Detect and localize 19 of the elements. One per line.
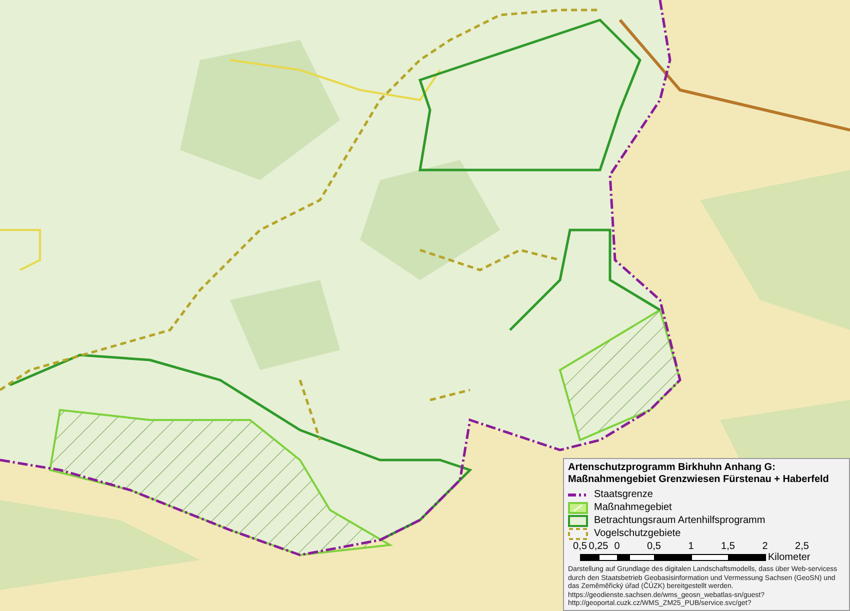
scale-label: 0	[614, 541, 620, 553]
scale-label: 1	[688, 541, 694, 553]
scale-label: 2	[762, 541, 768, 553]
hatched-area-icon	[568, 502, 588, 514]
legend-title: Maßnahmengebiet Grenzwiesen Fürstenau + Haberfeld	[568, 474, 830, 486]
legend-label: Maßnahmegebiet	[594, 502, 672, 514]
scale-label: 0,5	[573, 541, 587, 553]
scale-label: 0,5	[647, 541, 661, 553]
legend-label: Betrachtungsraum Artenhilfsprogramm	[594, 515, 766, 527]
outline-area-icon	[568, 515, 588, 527]
dashed-area-icon	[568, 528, 588, 540]
scale-unit: Kilometer	[768, 552, 810, 563]
legend-label: Staatsgrenze	[594, 489, 653, 501]
dash-dot-line-icon	[568, 493, 588, 497]
scale-label: 0,25	[588, 541, 608, 553]
scale-label: 2,5	[795, 541, 809, 552]
legend-label: Vogelschutzgebiete	[594, 528, 681, 540]
scale-label: 1,5	[721, 541, 735, 553]
legend-title: Artenschutzprogramm Birkhuhn Anhang G:	[568, 462, 776, 474]
